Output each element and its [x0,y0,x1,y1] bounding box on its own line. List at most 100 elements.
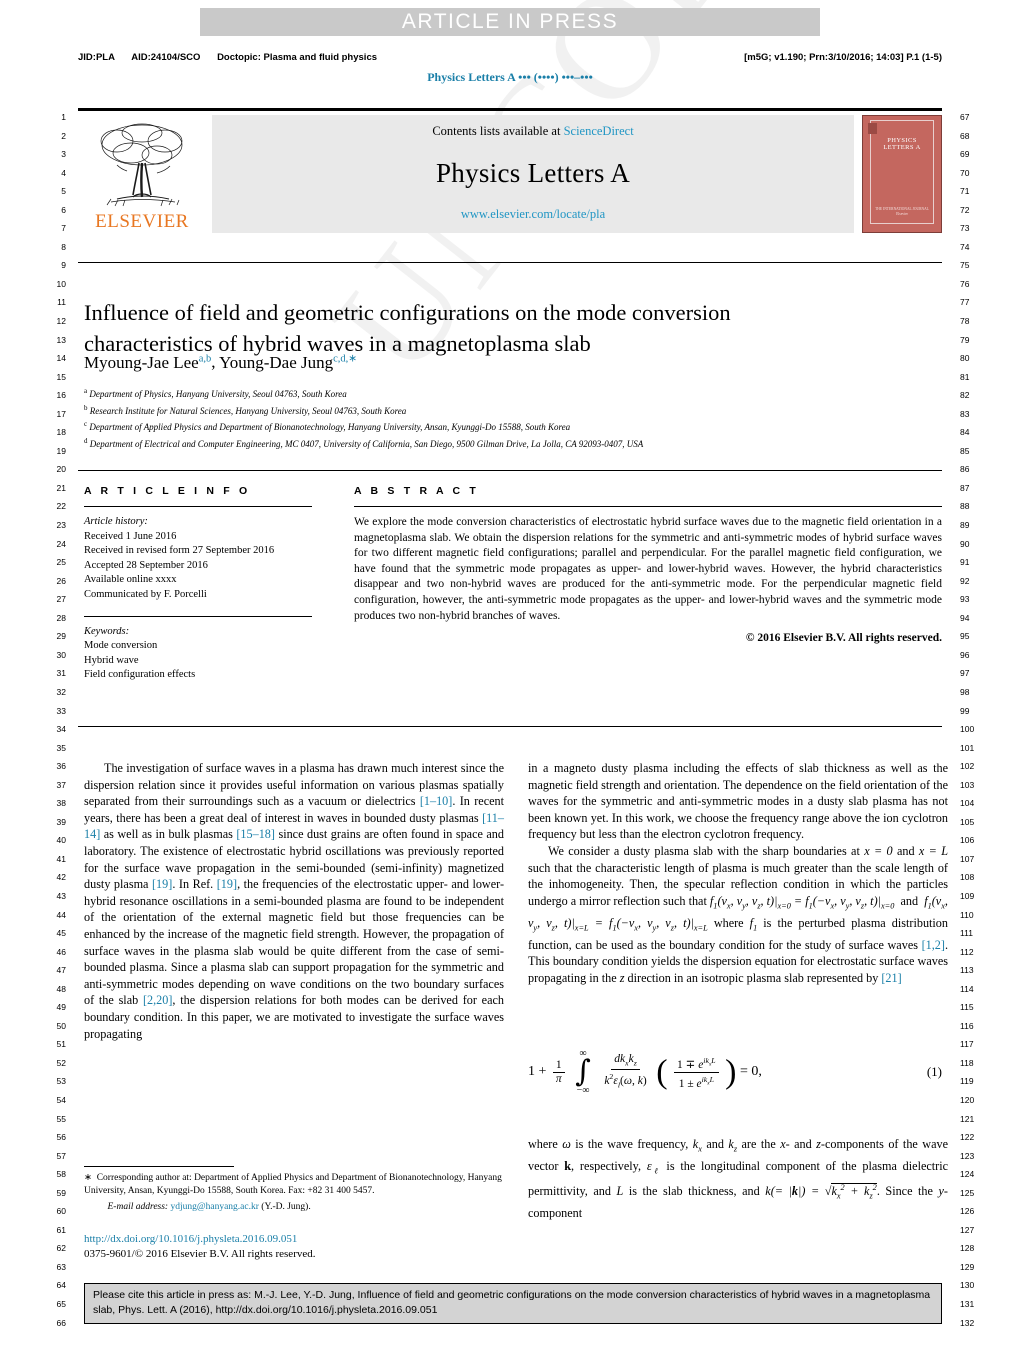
line-number: 115 [960,1002,974,1013]
article-info-heading: A R T I C L E I N F O [84,485,251,497]
contents-available-line: Contents lists available at ScienceDirec… [432,124,633,139]
citation-21[interactable]: [21] [881,971,901,985]
line-number: 19 [56,445,66,456]
footnote-divider [84,1166,234,1167]
body-column-right: in a magneto dusty plasma including the … [528,760,948,987]
line-number: 132 [960,1317,975,1328]
journal-homepage-link[interactable]: www.elsevier.com/locate/pla [461,207,605,222]
line-number: 90 [960,538,970,549]
citation-2-20[interactable]: [2,20] [143,993,172,1007]
cover-inner-frame: PHYSICS LETTERS A THE INTERNATIONAL JOUR… [870,120,934,224]
line-number: 26 [56,575,66,586]
line-number: 119 [960,1076,974,1087]
citation-19-a[interactable]: [19] [152,877,172,891]
elsevier-wordmark: ELSEVIER [95,211,189,232]
line-number: 114 [960,983,974,994]
footnote-email-line: E-mail address: ydjung@hanyang.ac.kr (Y.… [84,1201,504,1214]
line-number: 67 [960,112,970,122]
model-text-4: where [707,915,750,930]
line-number: 84 [960,427,970,438]
line-number: 116 [960,1020,974,1031]
line-number: 10 [56,278,66,289]
line-number: 91 [960,557,970,568]
line-number: 105 [960,816,975,827]
line-number: 11 [57,297,66,308]
email-link[interactable]: ydjung@hanyang.ac.kr [170,1202,258,1212]
line-number: 54 [56,1094,66,1105]
citation-19-b[interactable]: [19] [217,877,237,891]
line-number: 103 [960,779,975,790]
left-parenthesis: ( [656,1053,668,1091]
line-number: 33 [56,705,66,716]
line-number: 2 [61,130,66,141]
line-number: 25 [56,557,66,568]
sciencedirect-link[interactable]: ScienceDirect [564,124,634,138]
line-number: 100 [960,724,975,735]
line-number: 122 [960,1132,975,1143]
author-2-name: Young-Dae Jung [219,352,334,372]
line-number: 92 [960,575,970,586]
model-text-1: We consider a dusty plasma slab with the… [548,843,865,858]
line-number: 123 [960,1150,975,1161]
author-1-marks: a,b [198,353,212,364]
math-k-magnitude: k(= |k|) = √kx2 + kz2 [765,1183,877,1201]
author-1: Myoung-Jae Leea,b [84,353,211,372]
line-number: 56 [56,1132,66,1143]
math-x-eq-0: x = 0 [864,843,893,858]
line-number: 87 [960,482,970,493]
line-number: 32 [56,686,66,697]
cover-title: PHYSICS LETTERS A [883,137,921,151]
line-number: 74 [960,241,970,252]
article-info-column: A R T I C L E I N F O Article history: R… [84,485,312,683]
line-number: 121 [960,1113,975,1124]
paragraph-intro: The investigation of surface waves in a … [84,760,504,1042]
journal-cover-thumbnail: PHYSICS LETTERS A THE INTERNATIONAL JOUR… [862,115,942,233]
body-column-left: The investigation of surface waves in a … [84,760,504,1042]
line-number: 58 [56,1169,66,1180]
keyword-item-2: Hybrid wave [84,654,139,666]
math-omega: ω [562,1137,571,1151]
cover-footer: THE INTERNATIONAL JOURNAL Elsevier [875,207,929,216]
line-number: 30 [56,649,66,660]
citation-15-18[interactable]: [15–18] [236,827,275,841]
history-item-received: Received 1 June 2016 [84,530,177,542]
please-cite-box: Please cite this article in press as: M.… [84,1283,942,1324]
line-number: 93 [960,594,970,605]
proof-stamp: [m5G; v1.190; Prn:3/10/2016; 14:03] P.1 … [744,52,942,63]
fraction-1-over-pi: 1π [552,1059,565,1086]
line-number: 124 [960,1169,975,1180]
contents-prefix: Contents lists available at [432,124,564,138]
model-text-7: direction in an isotropic plasma slab re… [624,971,882,985]
line-number: 49 [56,1002,66,1013]
line-number: 52 [56,1057,66,1068]
line-number: 62 [56,1243,66,1254]
line-number: 108 [960,872,975,883]
line-number: 88 [960,501,970,512]
affiliation-c-text: Department of Applied Physics and Depart… [89,422,571,433]
line-number: 113 [960,965,974,976]
line-number: 126 [960,1206,975,1217]
keyword-item-1: Mode conversion [84,640,158,652]
citation-1-10[interactable]: [1–10] [420,794,453,808]
line-number: 5 [61,186,66,197]
line-number: 106 [960,835,975,846]
author-2: Young-Dae Jungc,d,∗ [219,353,357,372]
where-1: where [528,1137,563,1151]
math-kz: kz [728,1137,738,1154]
line-number: 75 [960,260,970,271]
line-number: 31 [56,668,66,679]
line-number: 22 [56,501,66,512]
line-number: 79 [960,334,970,345]
journal-masthead: ELSEVIER Contents lists available at Sci… [78,108,942,233]
affiliation-c-mark: c [84,420,88,429]
issn-copyright-line: 0375-9601/© 2016 Elsevier B.V. All right… [84,1247,316,1260]
doi-link[interactable]: http://dx.doi.org/10.1016/j.physleta.201… [84,1232,504,1247]
line-number: 78 [960,316,970,327]
line-number: 98 [960,686,970,697]
line-number: 48 [56,983,66,994]
article-history: Article history: Received 1 June 2016 Re… [84,515,312,603]
line-number: 131 [960,1299,975,1309]
citation-1-2[interactable]: [1,2] [922,938,945,952]
line-number: 76 [960,278,970,289]
line-number: 95 [960,631,970,642]
